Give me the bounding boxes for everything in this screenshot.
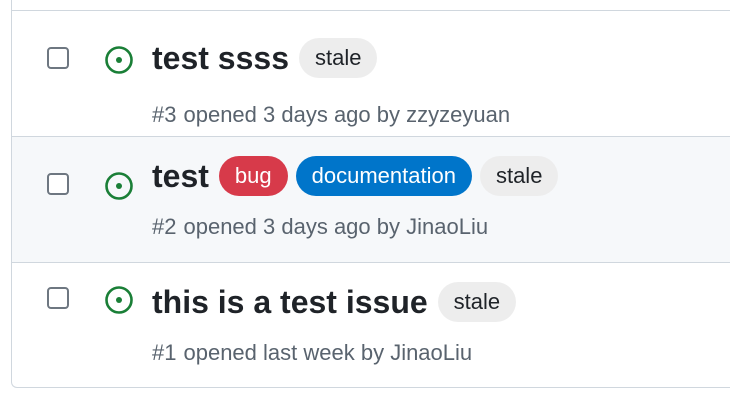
issue-opened-text: opened last week by [183,340,385,365]
issue-opened-text: opened 3 days ago by [183,214,400,239]
issue-author-link[interactable]: JinaoLiu [390,340,472,365]
issue-opened-icon [105,286,133,314]
issue-row[interactable]: this is a test issue stale #1 opened last… [12,262,730,387]
issue-opened-icon [105,172,133,200]
issue-select-checkbox[interactable] [47,287,69,309]
label-stale[interactable]: stale [437,282,517,322]
issue-title-link[interactable]: test [152,158,209,195]
label-stale[interactable]: stale [479,156,559,196]
issue-title-line: test ssss stale [152,38,378,78]
issue-meta: #1 opened last week by JinaoLiu [152,340,472,366]
issue-select-checkbox[interactable] [47,173,69,195]
issue-opened-icon [105,46,133,74]
issue-title-link[interactable]: this is a test issue [152,284,428,321]
issue-meta: #3 opened 3 days ago by zzyzeyuan [152,102,510,128]
label-documentation[interactable]: documentation [295,156,472,196]
issue-title-link[interactable]: test ssss [152,40,289,77]
issue-title-line: this is a test issue stale [152,282,517,322]
issue-row[interactable]: test bug documentation stale #2 opened 3 … [12,136,730,262]
issue-row[interactable]: test ssss stale #3 opened 3 days ago by z… [12,10,730,136]
issue-number: #3 [152,102,177,127]
label-stale[interactable]: stale [298,38,378,78]
issue-meta: #2 opened 3 days ago by JinaoLiu [152,214,488,240]
issue-title-line: test bug documentation stale [152,156,559,196]
issue-list: test ssss stale #3 opened 3 days ago by z… [11,0,730,388]
label-bug[interactable]: bug [218,156,288,196]
issue-select-checkbox[interactable] [47,47,69,69]
issue-author-link[interactable]: zzyzeyuan [406,102,510,127]
issue-number: #2 [152,214,177,239]
issue-opened-text: opened 3 days ago by [183,102,400,127]
issue-number: #1 [152,340,177,365]
issue-author-link[interactable]: JinaoLiu [406,214,488,239]
